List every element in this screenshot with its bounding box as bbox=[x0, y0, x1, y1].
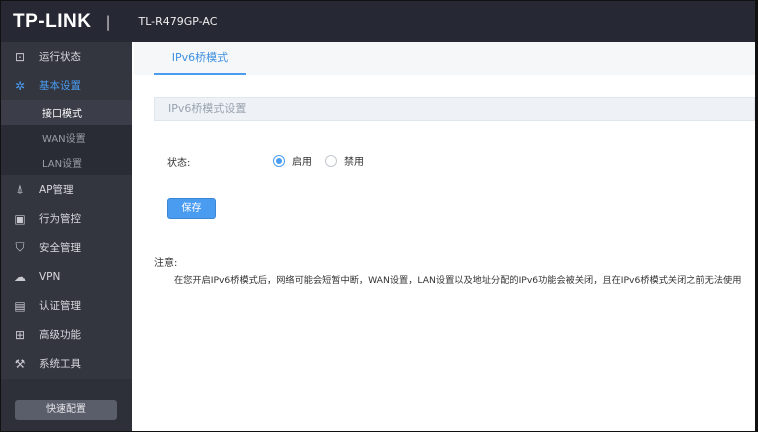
sidebar-item-label: 系统工具 bbox=[39, 358, 81, 370]
tab-ipv6-bridge[interactable]: IPv6桥模式 bbox=[154, 42, 246, 75]
radio-label: 启用 bbox=[292, 157, 312, 168]
monitor-icon: ⊡ bbox=[14, 49, 26, 64]
main-content: IPv6桥模式 IPv6桥模式设置 状态: 启用 禁用 保存 注意: 在您开启I… bbox=[134, 42, 755, 431]
radio-enable[interactable]: 启用 bbox=[273, 153, 312, 168]
sidebar-subitem-lan[interactable]: LAN设置 bbox=[1, 150, 132, 175]
sidebar-item-label: 安全管理 bbox=[39, 242, 81, 254]
device-model: TL-R479GP-AC bbox=[138, 15, 218, 28]
grid-icon: ⊞ bbox=[14, 327, 26, 342]
sidebar-item-advanced[interactable]: ⊞ 高级功能 bbox=[1, 320, 132, 349]
sidebar-item-ap[interactable]: ⍋ AP管理 bbox=[1, 175, 132, 204]
sidebar-subitem-interface-mode[interactable]: 接口模式 bbox=[1, 100, 132, 125]
radio-unchecked-icon bbox=[325, 154, 337, 167]
antenna-icon: ⍋ bbox=[16, 182, 24, 196]
gear-icon: ✲ bbox=[14, 78, 26, 93]
section-header: IPv6桥模式设置 bbox=[154, 97, 755, 121]
sidebar-item-label: 认证管理 bbox=[39, 300, 81, 312]
sidebar-item-label: 高级功能 bbox=[39, 329, 81, 341]
sidebar-item-label: 基本设置 bbox=[39, 80, 81, 92]
sidebar-item-label: 行为管控 bbox=[39, 213, 81, 225]
tab-bar: IPv6桥模式 bbox=[134, 42, 755, 75]
save-button[interactable]: 保存 bbox=[167, 198, 216, 219]
sidebar: ⊡ 运行状态 ✲ 基本设置 接口模式 WAN设置 LAN设置 ⍋ AP管理 ▣ 行为管控… bbox=[1, 42, 132, 431]
radio-checked-icon bbox=[273, 154, 285, 167]
sidebar-item-basic-settings[interactable]: ✲ 基本设置 bbox=[1, 71, 132, 100]
badge-icon: ▤ bbox=[14, 298, 26, 313]
quick-setup-button[interactable]: 快速配置 bbox=[15, 400, 117, 420]
brand-logo: TP-LINK bbox=[13, 10, 92, 32]
top-header: TP-LINK | TL-R479GP-AC bbox=[1, 1, 755, 42]
sidebar-item-behavior[interactable]: ▣ 行为管控 bbox=[1, 204, 132, 233]
note-text: 在您开启IPv6桥模式后，网络可能会短暂中断，WAN设置，LAN设置以及地址分配… bbox=[174, 275, 742, 286]
sidebar-item-security[interactable]: ⛉ 安全管理 bbox=[1, 233, 132, 262]
note-title: 注意: bbox=[154, 258, 178, 269]
submenu: 接口模式 WAN设置 LAN设置 bbox=[1, 100, 132, 175]
status-label: 状态: bbox=[167, 158, 191, 169]
sidebar-item-label: 运行状态 bbox=[39, 51, 81, 63]
radio-label: 禁用 bbox=[344, 157, 364, 168]
app-window: TP-LINK | TL-R479GP-AC ⊡ 运行状态 ✲ 基本设置 接口模式 … bbox=[1, 1, 755, 431]
shield-icon: ⛉ bbox=[15, 240, 25, 254]
tools-icon: ⚒ bbox=[14, 356, 26, 371]
cloud-icon: ☁ bbox=[14, 269, 26, 284]
sidebar-item-label: VPN bbox=[39, 270, 61, 283]
sidebar-item-status[interactable]: ⊡ 运行状态 bbox=[1, 42, 132, 71]
sidebar-item-tools[interactable]: ⚒ 系统工具 bbox=[1, 349, 132, 378]
header-separator: | bbox=[105, 12, 111, 31]
sidebar-item-label: AP管理 bbox=[39, 184, 74, 196]
behavior-icon: ▣ bbox=[14, 211, 26, 226]
sidebar-item-vpn[interactable]: ☁ VPN bbox=[1, 262, 132, 291]
sidebar-item-auth[interactable]: ▤ 认证管理 bbox=[1, 291, 132, 320]
radio-disable[interactable]: 禁用 bbox=[325, 153, 364, 168]
sidebar-subitem-wan[interactable]: WAN设置 bbox=[1, 125, 132, 150]
